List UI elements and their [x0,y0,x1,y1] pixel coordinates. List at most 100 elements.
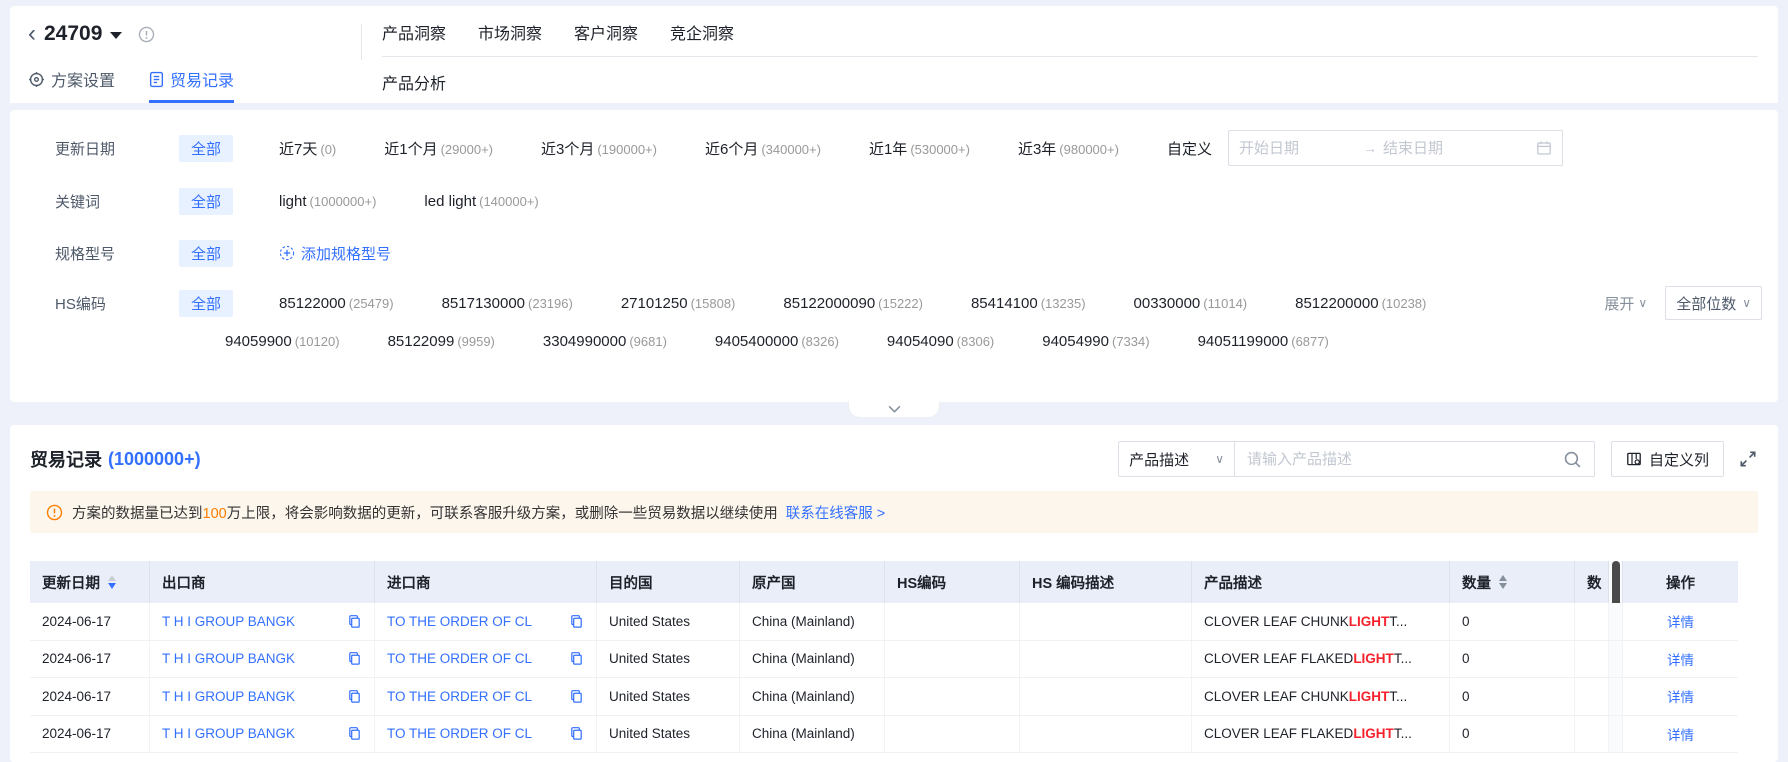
copy-icon[interactable] [561,689,584,704]
copy-icon[interactable] [339,614,362,629]
col-header-exporter: 出口商 [150,561,375,603]
cell-update-date: 2024-06-17 [30,678,150,715]
cell-origin: China (Mainland) [740,640,885,677]
option-last-1-year[interactable]: 近1年 (530000+) [869,138,970,159]
document-icon [149,71,164,88]
subnav-product-analysis[interactable]: 产品分析 [382,57,1758,94]
option-last-3-months[interactable]: 近3个月 (190000+) [541,138,657,159]
hs-code-option[interactable]: 85414100 (13235) [971,295,1086,312]
exporter-link[interactable]: T H I GROUP BANGK [162,614,295,629]
sort-icon-quantity[interactable] [1499,575,1507,589]
fullscreen-icon[interactable] [1738,449,1758,469]
plan-dropdown-icon[interactable] [110,32,123,39]
importer-link[interactable]: TO THE ORDER OF CL [387,689,532,704]
detail-link[interactable]: 详情 [1667,724,1694,744]
search-icon[interactable] [1563,450,1582,469]
exporter-link[interactable]: T H I GROUP BANGK [162,689,295,704]
tab-trade-records[interactable]: 贸易记录 [149,67,235,103]
back-icon[interactable]: ‹ [28,22,36,46]
hs-code-option[interactable]: 85122000090 (15222) [783,295,923,312]
tab-plan-settings-label: 方案设置 [51,73,116,90]
cell-importer: TO THE ORDER OF CL [375,603,597,640]
keyword-led-light[interactable]: led light (140000+) [424,193,538,210]
hs-code-option[interactable]: 85122000 (25479) [279,295,394,312]
importer-link[interactable]: TO THE ORDER OF CL [387,651,532,666]
col-header-quantity[interactable]: 数量 [1450,561,1575,603]
filter-row-keyword: 关键词 全部 light (1000000+) led light (140000+… [55,186,1738,216]
hs-code-option[interactable]: 85122099 (9959) [388,333,495,350]
keyword-light[interactable]: light (1000000+) [279,193,376,210]
copy-icon[interactable] [339,726,362,741]
hs-code-option[interactable]: 94054990 (7334) [1042,333,1149,350]
add-spec-button[interactable]: 添加规格型号 [279,243,391,264]
hs-code-option[interactable]: 8512200000 (10238) [1295,295,1426,312]
hs-code-option[interactable]: 27101250 (15808) [621,295,736,312]
hs-code-option[interactable]: 00330000 (11014) [1134,295,1248,312]
option-last-7-days[interactable]: 近7天 (0) [279,138,336,159]
update-date-all-chip[interactable]: 全部 [179,134,234,162]
sort-icon-update-date[interactable] [108,575,116,589]
col-header-update-date[interactable]: 更新日期 [30,561,150,603]
date-range-picker[interactable]: → [1227,130,1563,166]
cell-truncated [1575,715,1609,752]
nav-market-insight[interactable]: 市场洞察 [478,20,542,44]
copy-icon[interactable] [561,614,584,629]
cell-hs-code [885,715,1020,752]
hs-code-option[interactable]: 3304990000 (9681) [543,333,667,350]
custom-date-label[interactable]: 自定义 [1167,138,1212,159]
plan-tabs: 方案设置 贸易记录 [28,67,235,103]
hs-code-option[interactable]: 9405400000 (8326) [715,333,839,350]
option-last-1-month[interactable]: 近1个月 (29000+) [384,138,493,159]
search-input[interactable] [1246,450,1563,468]
customize-columns-button[interactable]: 自定义列 [1610,441,1724,477]
filter-row-update-date: 更新日期 全部 近7天 (0) 近1个月 (29000+) 近3个月 (190000+… [55,130,1738,166]
hs-code-line2: 94059900 (10120) 85122099 (9959) 330499000… [225,326,1738,356]
keyword-all-chip[interactable]: 全部 [179,187,234,215]
filter-panel: 更新日期 全部 近7天 (0) 近1个月 (29000+) 近3个月 (190000+… [10,110,1778,418]
plan-header: ‹ 24709 [28,22,155,46]
cell-exporter: T H I GROUP BANGK [150,603,375,640]
hs-code-option[interactable]: 94059900 (10120) [225,333,340,350]
copy-icon[interactable] [339,651,362,666]
col-header-hs-code: HS编码 [885,561,1020,603]
spec-all-chip[interactable]: 全部 [179,239,234,267]
nav-customer-insight[interactable]: 客户洞察 [574,20,638,44]
hs-code-option[interactable]: 94054090 (8306) [887,333,994,350]
nav-product-insight[interactable]: 产品洞察 [382,20,446,44]
table-scrollbar[interactable] [1609,561,1623,603]
contact-support-link[interactable]: 联系在线客服 > [786,506,886,522]
collapse-filters-button[interactable] [848,401,940,418]
scrollbar-thumb[interactable] [1612,561,1620,603]
cell-importer: TO THE ORDER OF CL [375,715,597,752]
detail-link[interactable]: 详情 [1667,686,1694,706]
nav-competitor-insight[interactable]: 竞企洞察 [670,20,734,44]
start-date-input[interactable] [1238,139,1357,157]
table-row: 2024-06-17 T H I GROUP BANGK TO THE ORDE… [30,640,1738,678]
copy-icon[interactable] [339,689,362,704]
expand-toggle[interactable]: 展开 ∨ [1604,293,1647,314]
exporter-link[interactable]: T H I GROUP BANGK [162,726,295,741]
search-field-select[interactable]: 产品描述 ∨ [1118,441,1235,477]
end-date-input[interactable] [1382,139,1501,157]
info-icon[interactable] [138,26,155,43]
exporter-link[interactable]: T H I GROUP BANGK [162,651,295,666]
importer-link[interactable]: TO THE ORDER OF CL [387,726,532,741]
digits-select[interactable]: 全部位数 ∨ [1665,286,1762,320]
hs-code-option[interactable]: 94051199000 (6877) [1198,333,1329,350]
plan-id[interactable]: 24709 [44,22,102,46]
hs-all-chip[interactable]: 全部 [179,289,234,317]
detail-link[interactable]: 详情 [1667,649,1694,669]
copy-icon[interactable] [561,726,584,741]
filter-label-update-date: 更新日期 [55,140,116,158]
importer-link[interactable]: TO THE ORDER OF CL [387,614,532,629]
cell-product-desc: CLOVER LEAF FLAKED LIGHT T... [1192,640,1450,677]
cell-exporter: T H I GROUP BANGK [150,678,375,715]
hs-code-option[interactable]: 8517130000 (23196) [442,295,573,312]
option-last-6-months[interactable]: 近6个月 (340000+) [705,138,821,159]
option-last-3-years[interactable]: 近3年 (980000+) [1018,138,1119,159]
insight-nav: 产品洞察 市场洞察 客户洞察 竞企洞察 [382,6,1758,57]
cell-hs-desc [1020,640,1192,677]
detail-link[interactable]: 详情 [1667,611,1694,631]
copy-icon[interactable] [561,651,584,666]
tab-plan-settings[interactable]: 方案设置 [28,67,115,103]
